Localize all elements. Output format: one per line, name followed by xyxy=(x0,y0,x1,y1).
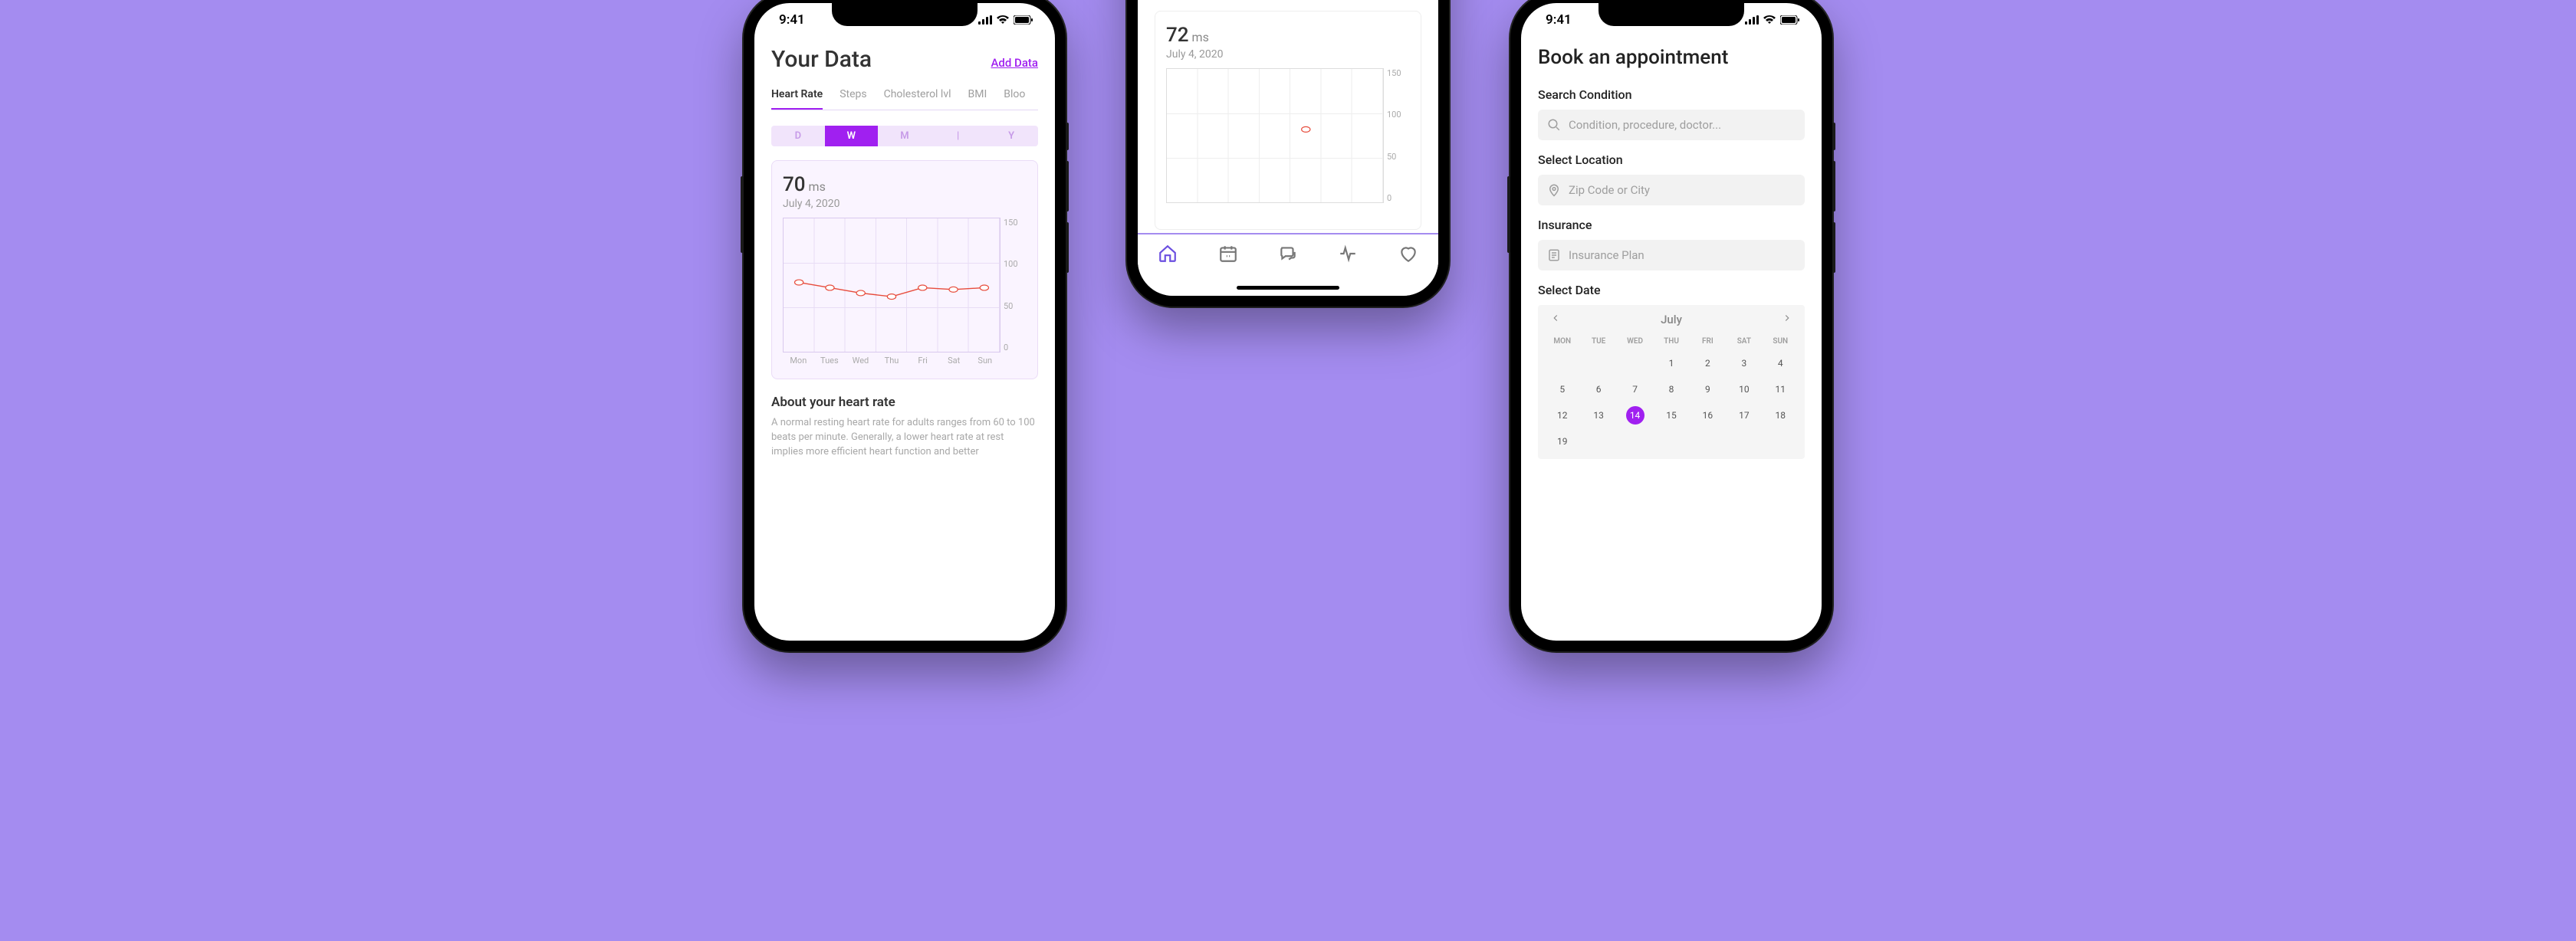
location-placeholder: Zip Code or City xyxy=(1569,183,1650,197)
insurance-label: Insurance xyxy=(1538,218,1805,232)
condition-input[interactable]: Condition, procedure, doctor... xyxy=(1538,110,1805,140)
home-indicator xyxy=(1237,286,1339,290)
next-month-button[interactable] xyxy=(1782,313,1792,326)
prev-month-button[interactable] xyxy=(1550,313,1561,326)
tab-steps[interactable]: Steps xyxy=(840,84,866,110)
calendar-day-19[interactable]: 19 xyxy=(1544,428,1580,454)
search-icon xyxy=(1547,118,1561,132)
heart-rate-chart-card: 70 ms July 4, 2020 150100500 MonTuesWedT… xyxy=(771,160,1038,379)
segment-d[interactable]: D xyxy=(771,126,825,146)
stat-value: 72 xyxy=(1166,24,1189,47)
stat-value: 70 xyxy=(783,173,806,196)
status-icons xyxy=(978,15,1033,25)
status-time: 9:41 xyxy=(1546,12,1572,28)
calendar-day-14[interactable]: 14 xyxy=(1617,402,1653,428)
calendar-day-12[interactable]: 12 xyxy=(1544,402,1580,428)
tab-bloo[interactable]: Bloo xyxy=(1004,84,1025,110)
calendar-day-6[interactable]: 6 xyxy=(1580,376,1616,402)
status-time: 9:41 xyxy=(779,12,805,28)
phone-dashboard: 72 ms July 4, 2020 150100500 MonTuesWedT… xyxy=(1127,0,1449,307)
wifi-icon xyxy=(1763,15,1776,25)
calendar-day-3[interactable]: 3 xyxy=(1726,350,1762,376)
phone-book-appointment: 9:41 Book an appointment Search Conditio… xyxy=(1510,0,1832,651)
calendar-day-7[interactable]: 7 xyxy=(1617,376,1653,402)
calendar-day-13[interactable]: 13 xyxy=(1580,402,1616,428)
calendar-day-9[interactable]: 9 xyxy=(1690,376,1726,402)
signal-icon xyxy=(978,15,992,25)
stat-unit: ms xyxy=(809,179,826,194)
calendar-day-5[interactable]: 5 xyxy=(1544,376,1580,402)
stat-unit: ms xyxy=(1192,30,1209,44)
dow-mon: MON xyxy=(1544,333,1580,350)
tab-bar xyxy=(1138,233,1438,296)
calendar-day-11[interactable]: 11 xyxy=(1763,376,1799,402)
dow-wed: WED xyxy=(1617,333,1653,350)
date-label: Select Date xyxy=(1538,283,1805,297)
phone-your-data: 9:41 Your Data Add Data Heart Rate Steps C… xyxy=(744,0,1066,651)
stat-date: July 4, 2020 xyxy=(783,198,1027,210)
location-input[interactable]: Zip Code or City xyxy=(1538,175,1805,205)
status-icons xyxy=(1745,15,1800,25)
location-icon xyxy=(1547,183,1561,197)
home-icon[interactable] xyxy=(1158,244,1178,267)
segment-|[interactable]: | xyxy=(932,126,985,146)
calendar-day-1[interactable]: 1 xyxy=(1653,350,1689,376)
insurance-input[interactable]: Insurance Plan xyxy=(1538,240,1805,270)
activity-icon[interactable] xyxy=(1338,244,1358,267)
about-heading: About your heart rate xyxy=(771,395,1038,410)
about-text: A normal resting heart rate for adults r… xyxy=(771,416,1038,460)
calendar-day-2[interactable]: 2 xyxy=(1690,350,1726,376)
tab-cholesterol-lvl[interactable]: Cholesterol lvl xyxy=(884,84,951,110)
heart-icon[interactable] xyxy=(1398,244,1418,267)
dow-tue: TUE xyxy=(1580,333,1616,350)
tab-bmi[interactable]: BMI xyxy=(968,84,987,110)
condition-label: Search Condition xyxy=(1538,87,1805,102)
dow-thu: THU xyxy=(1653,333,1689,350)
chevron-right-icon xyxy=(1782,313,1792,323)
stat-date: July 4, 2020 xyxy=(1166,48,1410,61)
calendar-day-17[interactable]: 17 xyxy=(1726,402,1762,428)
calendar-day-4[interactable]: 4 xyxy=(1763,350,1799,376)
dow-fri: FRI xyxy=(1690,333,1726,350)
segment-y[interactable]: Y xyxy=(984,126,1038,146)
battery-icon xyxy=(1780,15,1800,25)
calendar-month: July xyxy=(1661,313,1682,326)
calendar-day-15[interactable]: 15 xyxy=(1653,402,1689,428)
dow-sun: SUN xyxy=(1763,333,1799,350)
document-icon xyxy=(1547,248,1561,262)
chat-icon[interactable] xyxy=(1278,244,1298,267)
signal-icon xyxy=(1745,15,1759,25)
segment-m[interactable]: M xyxy=(878,126,932,146)
calendar-day-16[interactable]: 16 xyxy=(1690,402,1726,428)
calendar-day-18[interactable]: 18 xyxy=(1763,402,1799,428)
chevron-left-icon xyxy=(1550,313,1561,323)
add-data-link[interactable]: Add Data xyxy=(991,56,1038,70)
insurance-placeholder: Insurance Plan xyxy=(1569,248,1644,262)
calendar-day-10[interactable]: 10 xyxy=(1726,376,1762,402)
calendar-icon[interactable] xyxy=(1218,244,1238,267)
wifi-icon xyxy=(997,15,1009,25)
calendar-day-8[interactable]: 8 xyxy=(1653,376,1689,402)
page-title: Book an appointment xyxy=(1538,46,1805,69)
calendar: July MONTUEWEDTHUFRISATSUN ...1234567891… xyxy=(1538,305,1805,459)
page-title: Your Data xyxy=(771,46,872,73)
battery-icon xyxy=(1014,15,1033,25)
tab-heart-rate[interactable]: Heart Rate xyxy=(771,84,823,110)
segment-w[interactable]: W xyxy=(825,126,879,146)
dow-sat: SAT xyxy=(1726,333,1762,350)
location-label: Select Location xyxy=(1538,152,1805,167)
condition-placeholder: Condition, procedure, doctor... xyxy=(1569,118,1721,132)
